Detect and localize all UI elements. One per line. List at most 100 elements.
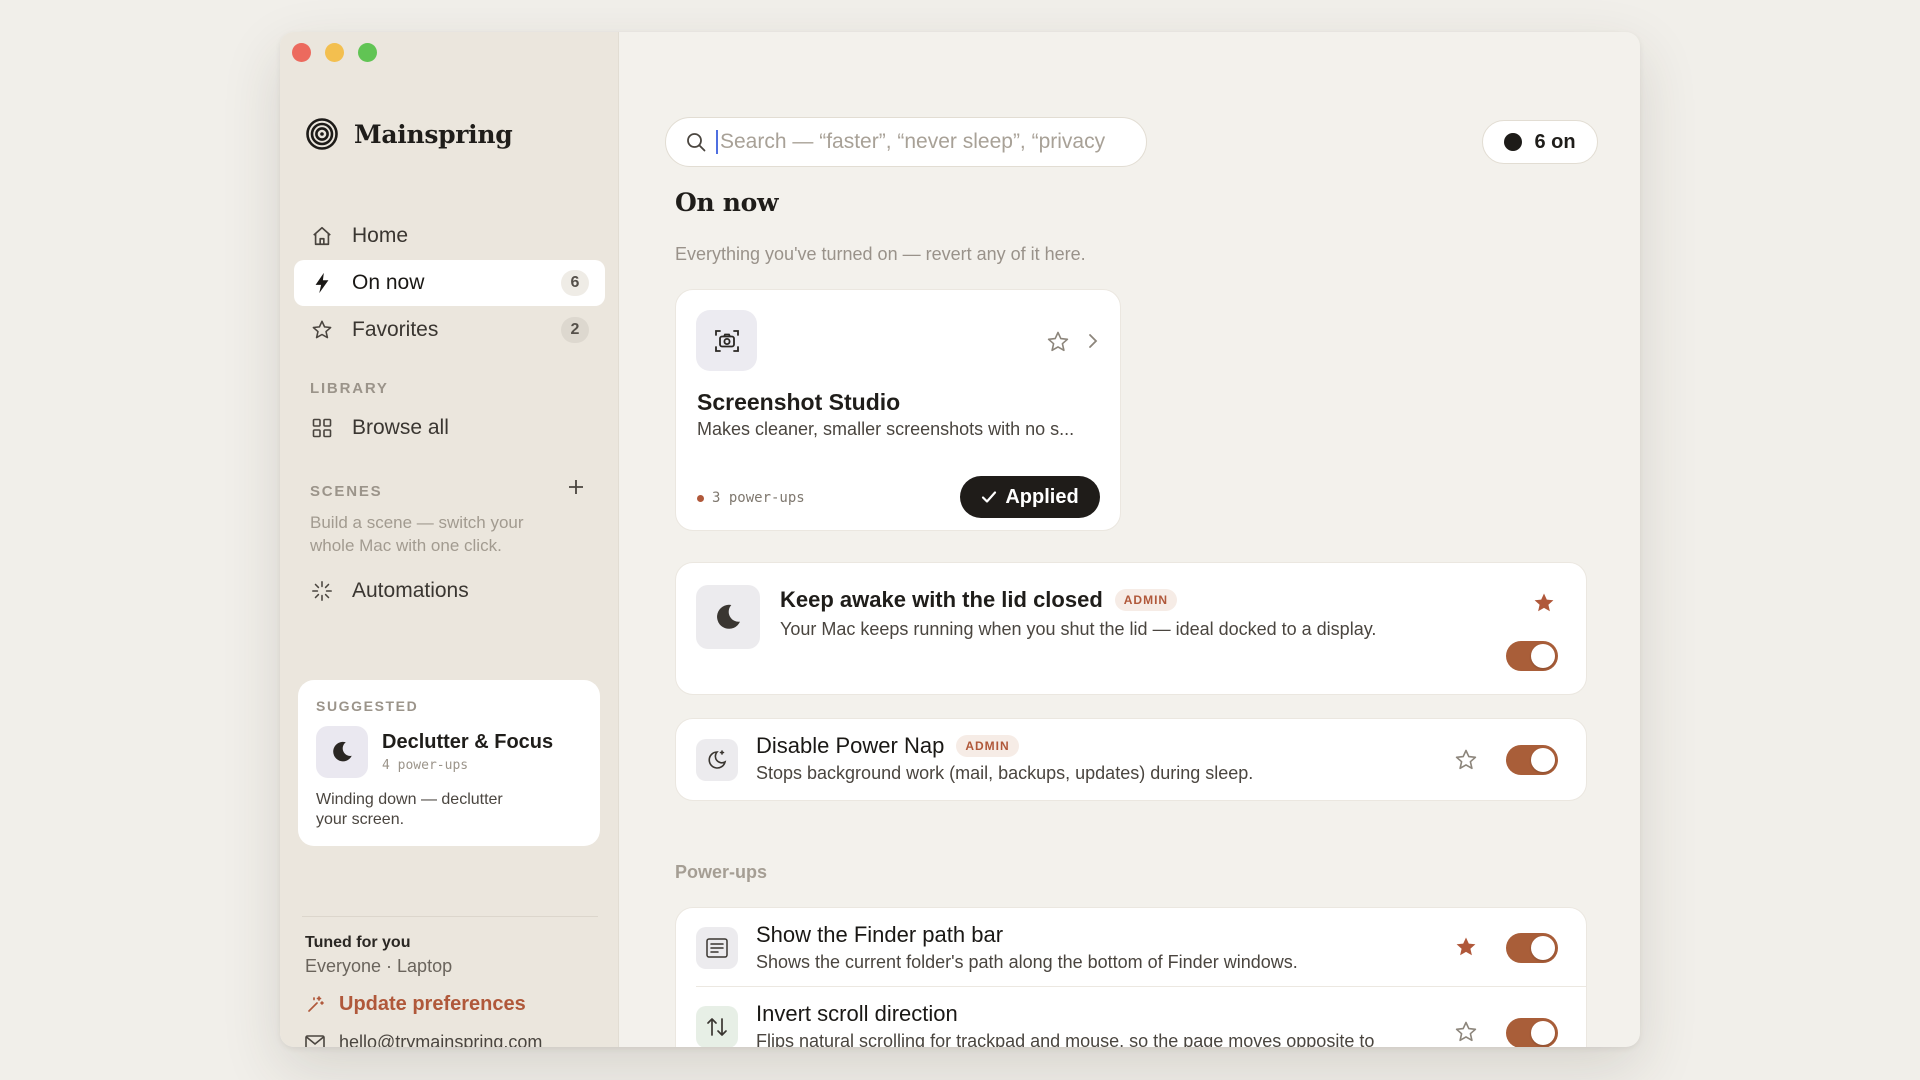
magic-wand-icon: [308, 995, 324, 1012]
bolt-icon: [310, 271, 334, 295]
favorite-star-icon[interactable]: [1046, 330, 1070, 354]
nav-item-on-now[interactable]: On now 6: [294, 260, 605, 306]
brand: Mainspring: [306, 118, 513, 150]
profile-title: Tuned for you: [305, 934, 411, 951]
feature-title: Keep awake with the lid closed ADMIN: [780, 587, 1178, 613]
update-preferences-link[interactable]: Update preferences: [305, 993, 526, 1016]
checkmark-icon: [982, 491, 997, 503]
camera-icon: [696, 310, 757, 371]
toggle-knob: [1531, 748, 1555, 772]
toggle-knob: [1531, 936, 1555, 960]
favorite-star-filled-icon[interactable]: [1532, 591, 1556, 615]
powerup-toggle[interactable]: [1506, 933, 1558, 963]
sidebar-divider: [302, 916, 598, 917]
grid-icon: [310, 416, 334, 440]
search-bar[interactable]: [665, 117, 1147, 167]
feature-description: Stops background work (mail, backups, up…: [756, 763, 1254, 783]
feature-description: Your Mac keeps running when you shut the…: [780, 619, 1377, 639]
featured-title: Screenshot Studio: [697, 389, 901, 415]
nav-label: Automations: [352, 579, 469, 602]
sparkle-icon: [310, 579, 334, 603]
arrows-up-down-icon: [696, 1006, 738, 1047]
toggle-knob: [1531, 1021, 1555, 1045]
main-content: 6 on On now Everything you've turned on …: [619, 32, 1640, 1047]
powerup-description: Shows the current folder's path along th…: [756, 952, 1298, 972]
scenes-section-label: SCENES: [310, 483, 383, 500]
page-subtitle: Everything you've turned on — revert any…: [675, 244, 1086, 264]
page-title: On now: [675, 188, 779, 217]
feature-row-power-nap[interactable]: Disable Power Nap ADMIN Stops background…: [675, 718, 1587, 801]
feature-toggle[interactable]: [1506, 745, 1558, 775]
admin-badge: ADMIN: [1114, 589, 1178, 611]
nav-count-badge: 6: [561, 270, 589, 296]
applied-button[interactable]: Applied: [960, 476, 1100, 518]
star-icon: [310, 318, 334, 342]
favorite-star-icon[interactable]: [1454, 748, 1478, 772]
featured-meta: 3 power-ups: [697, 490, 805, 506]
app-name: Mainspring: [354, 119, 513, 149]
nav-item-favorites[interactable]: Favorites 2: [294, 307, 605, 353]
update-preferences-label: Update preferences: [339, 993, 526, 1015]
status-dot-icon: [1504, 133, 1523, 151]
active-count-pill[interactable]: 6 on: [1482, 120, 1598, 164]
search-input[interactable]: [716, 130, 1136, 154]
spiral-logo-icon: [306, 118, 338, 150]
nav-item-browse-all[interactable]: Browse all: [294, 405, 605, 451]
nav-label: Browse all: [352, 416, 449, 439]
feature-title-text: Disable Power Nap: [756, 733, 945, 758]
window-controls: [292, 43, 377, 62]
sidebar: Mainspring Home On now 6 Favorites 2 LIB…: [280, 32, 619, 1047]
nav-item-home[interactable]: Home: [294, 213, 605, 259]
suggested-description: Winding down — declutter your screen.: [316, 791, 503, 828]
suggested-label: SUGGESTED: [316, 698, 419, 714]
moon-sparkle-icon: [696, 739, 738, 781]
suggested-card[interactable]: SUGGESTED Declutter & Focus 4 power-ups …: [298, 680, 600, 846]
feature-title: Disable Power Nap ADMIN: [756, 733, 1019, 759]
scenes-hint: Build a scene — switch your whole Mac wi…: [310, 513, 524, 555]
chevron-right-icon[interactable]: [1086, 330, 1100, 352]
powerup-toggle[interactable]: [1506, 1018, 1558, 1047]
main-nav: Home On now 6 Favorites 2: [294, 213, 605, 354]
applied-label: Applied: [1005, 485, 1079, 508]
powerup-title: Invert scroll direction: [756, 1001, 958, 1026]
email-text: hello@trymainspring.com: [339, 1032, 543, 1047]
home-icon: [310, 224, 334, 248]
powerups-list: Show the Finder path bar Shows the curre…: [675, 907, 1587, 1047]
contact-email[interactable]: hello@trymainspring.com: [305, 1032, 542, 1047]
featured-card[interactable]: Screenshot Studio Makes cleaner, smaller…: [675, 289, 1121, 531]
nav-item-automations[interactable]: Automations: [294, 568, 605, 614]
featured-description: Makes cleaner, smaller screenshots with …: [697, 419, 1075, 439]
search-icon: [687, 133, 706, 152]
feature-row-keep-awake[interactable]: Keep awake with the lid closed ADMIN You…: [675, 562, 1587, 695]
powerup-title: Show the Finder path bar: [756, 922, 1004, 947]
zoom-window-button[interactable]: [358, 43, 377, 62]
moon-icon: [316, 726, 368, 778]
powerup-description: Flips natural scrolling for trackpad and…: [756, 1031, 1375, 1047]
mail-icon: [305, 1034, 325, 1047]
featured-meta-text: 3 power-ups: [712, 490, 805, 506]
admin-badge: ADMIN: [956, 735, 1019, 757]
suggested-title: Declutter & Focus: [382, 731, 554, 753]
powerup-row-invert-scroll[interactable]: Invert scroll direction Flips natural sc…: [676, 987, 1586, 1047]
suggested-meta: 4 power-ups: [382, 758, 469, 773]
moon-icon: [696, 585, 760, 649]
nav-label: On now: [352, 271, 425, 294]
close-window-button[interactable]: [292, 43, 311, 62]
minimize-window-button[interactable]: [325, 43, 344, 62]
toggle-knob: [1531, 644, 1555, 668]
library-nav: Browse all: [294, 405, 605, 452]
list-icon: [696, 927, 738, 969]
favorite-star-icon[interactable]: [1454, 1020, 1478, 1044]
powerups-section-label: Power-ups: [675, 862, 768, 882]
nav-label: Favorites: [352, 318, 439, 341]
app-window: Mainspring Home On now 6 Favorites 2 LIB…: [280, 32, 1640, 1047]
nav-count-badge: 2: [561, 317, 589, 343]
active-count-label: 6 on: [1534, 130, 1576, 153]
add-scene-icon[interactable]: [566, 477, 586, 497]
favorite-star-filled-icon[interactable]: [1454, 935, 1478, 959]
feature-title-text: Keep awake with the lid closed: [780, 587, 1103, 612]
nav-label: Home: [352, 224, 409, 247]
feature-toggle[interactable]: [1506, 641, 1558, 671]
scenes-nav: Automations: [294, 568, 605, 615]
powerup-row-finder-path[interactable]: Show the Finder path bar Shows the curre…: [676, 908, 1586, 986]
